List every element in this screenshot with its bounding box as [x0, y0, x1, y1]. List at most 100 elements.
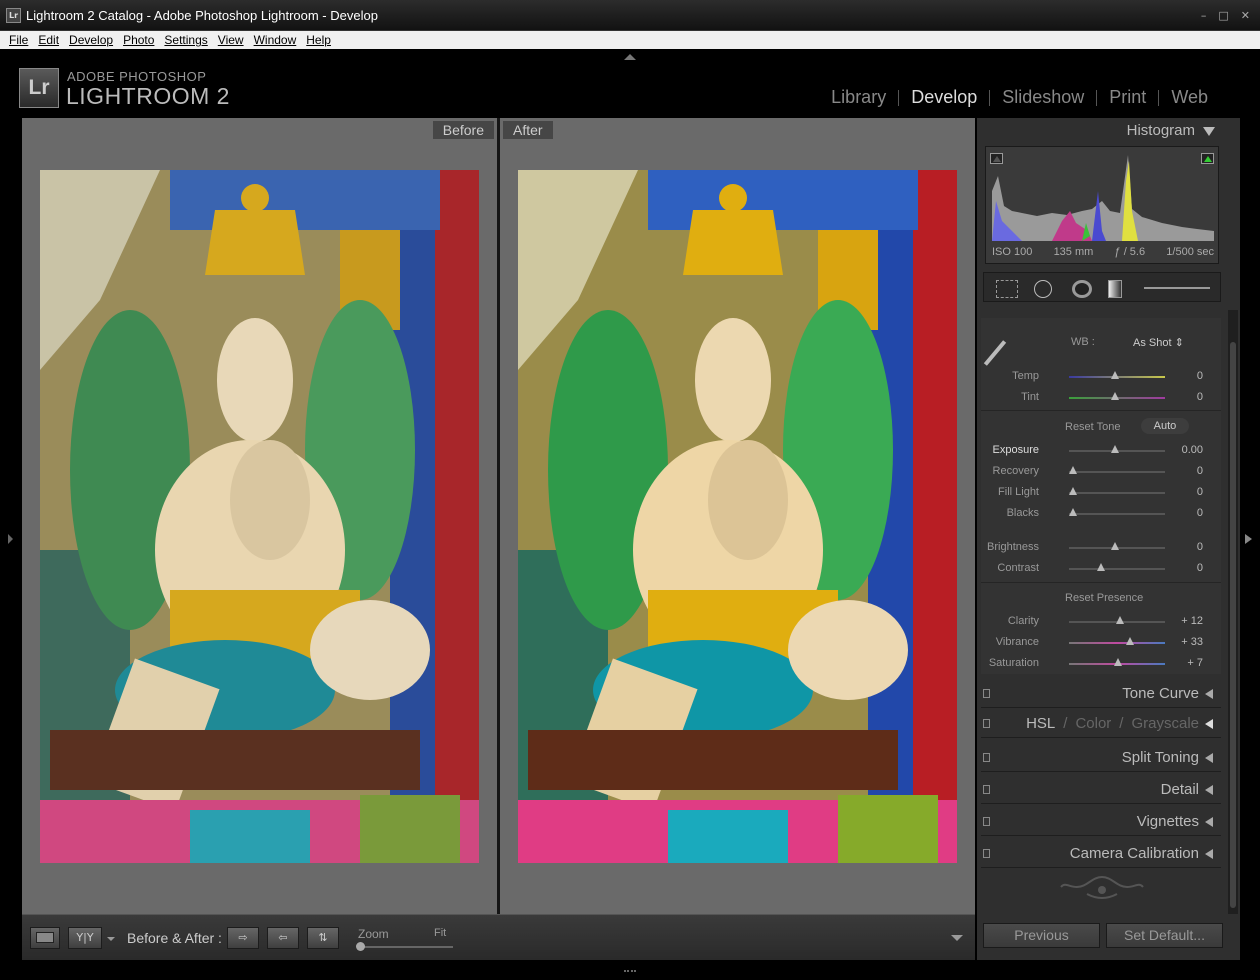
tab-hsl[interactable]: HSL	[1026, 715, 1055, 732]
expand-panel-icon[interactable]	[1205, 689, 1213, 699]
spot-removal-tool-icon[interactable]	[1034, 280, 1052, 298]
contrast-slider[interactable]: Contrast 0	[981, 558, 1221, 578]
temp-slider[interactable]: Temp 0	[981, 366, 1221, 386]
exposure-slider[interactable]: Exposure 0.00	[981, 440, 1221, 460]
panel-toggle-switch[interactable]	[983, 719, 990, 728]
slider-track[interactable]	[1069, 513, 1165, 515]
slider-knob[interactable]	[1069, 487, 1077, 495]
slider-knob[interactable]	[1069, 466, 1077, 474]
toolbar-options-dropdown-icon[interactable]	[951, 935, 963, 941]
view-mode-dropdown-icon[interactable]	[107, 937, 115, 941]
collapse-left-panel-icon[interactable]	[8, 534, 13, 544]
panel-toggle-switch[interactable]	[983, 753, 990, 762]
detail-panel-header[interactable]: Detail	[981, 776, 1221, 804]
slider-value[interactable]: 0	[1197, 562, 1203, 574]
tab-color[interactable]: Color	[1075, 715, 1111, 732]
expand-panel-icon[interactable]	[1205, 753, 1213, 763]
menu-develop[interactable]: Develop	[64, 33, 118, 47]
collapse-histogram-icon[interactable]	[1203, 127, 1215, 136]
slider-value[interactable]: + 7	[1187, 657, 1203, 669]
slider-value[interactable]: 0	[1197, 391, 1203, 403]
menu-view[interactable]: View	[213, 33, 249, 47]
wb-select[interactable]: As Shot ⇕	[1133, 336, 1184, 349]
swap-before-after-button[interactable]: ⇅	[307, 927, 339, 949]
saturation-slider[interactable]: Saturation + 7	[981, 653, 1221, 673]
tint-slider[interactable]: Tint 0	[981, 387, 1221, 407]
close-icon[interactable]: ✕	[1241, 9, 1250, 22]
scrollbar-thumb[interactable]	[1230, 342, 1236, 908]
menu-settings[interactable]: Settings	[159, 33, 212, 47]
zoom-slider-track[interactable]	[358, 946, 453, 948]
right-panel-scrollbar[interactable]	[1228, 310, 1238, 914]
expand-panel-icon[interactable]	[1205, 785, 1213, 795]
slider-knob[interactable]	[1111, 392, 1119, 400]
auto-tone-button[interactable]: Auto	[1141, 418, 1189, 434]
previous-button[interactable]: Previous	[983, 923, 1100, 948]
expand-panel-icon[interactable]	[1205, 849, 1213, 859]
slider-value[interactable]: + 33	[1181, 636, 1203, 648]
collapse-filmstrip-icon[interactable]	[624, 964, 636, 972]
recovery-slider[interactable]: Recovery 0	[981, 461, 1221, 481]
crop-tool-icon[interactable]	[996, 280, 1018, 298]
module-print[interactable]: Print	[1097, 87, 1158, 108]
module-web[interactable]: Web	[1159, 87, 1220, 108]
vibrance-slider[interactable]: Vibrance + 33	[981, 632, 1221, 652]
after-pane[interactable]: After	[500, 118, 975, 914]
slider-knob[interactable]	[1111, 542, 1119, 550]
brightness-slider[interactable]: Brightness 0	[981, 537, 1221, 557]
slider-value[interactable]: 0	[1197, 507, 1203, 519]
expand-panel-icon[interactable]	[1205, 817, 1213, 827]
camera-calibration-panel-header[interactable]: Camera Calibration	[981, 840, 1221, 868]
copy-before-to-after-button[interactable]: ⇨	[227, 927, 259, 949]
before-photo[interactable]	[40, 170, 479, 863]
slider-knob[interactable]	[1126, 637, 1134, 645]
panel-toggle-switch[interactable]	[983, 817, 990, 826]
slider-value[interactable]: + 12	[1181, 615, 1203, 627]
collapse-top-panel-icon[interactable]	[624, 54, 636, 60]
module-slideshow[interactable]: Slideshow	[990, 87, 1096, 108]
slider-knob[interactable]	[1069, 508, 1077, 516]
slider-track[interactable]	[1069, 471, 1165, 473]
menu-file[interactable]: File	[4, 33, 33, 47]
menu-window[interactable]: Window	[249, 33, 302, 47]
red-eye-tool-icon[interactable]	[1072, 280, 1092, 298]
slider-knob[interactable]	[1111, 371, 1119, 379]
module-library[interactable]: Library	[819, 87, 898, 108]
menu-photo[interactable]: Photo	[118, 33, 159, 47]
expand-panel-icon[interactable]	[1205, 719, 1213, 729]
panel-toggle-switch[interactable]	[983, 785, 990, 794]
before-pane[interactable]: Before	[22, 118, 497, 914]
fill-light-slider[interactable]: Fill Light 0	[981, 482, 1221, 502]
reset-tone-button[interactable]: Reset Tone	[1065, 421, 1120, 433]
adjustment-brush-tool-icon[interactable]	[1144, 287, 1210, 289]
vignettes-panel-header[interactable]: Vignettes	[981, 808, 1221, 836]
after-photo[interactable]	[518, 170, 957, 863]
slider-value[interactable]: 0	[1197, 541, 1203, 553]
slider-track[interactable]	[1069, 568, 1165, 570]
module-develop[interactable]: Develop	[899, 87, 989, 108]
tone-curve-panel-header[interactable]: Tone Curve	[981, 680, 1221, 708]
eyedropper-icon[interactable]	[983, 340, 1007, 366]
reset-presence-button[interactable]: Reset Presence	[1065, 592, 1143, 604]
menu-help[interactable]: Help	[301, 33, 336, 47]
slider-knob[interactable]	[1114, 658, 1122, 666]
copy-after-to-before-button[interactable]: ⇦	[267, 927, 299, 949]
panel-toggle-switch[interactable]	[983, 689, 990, 698]
split-toning-panel-header[interactable]: Split Toning	[981, 744, 1221, 772]
histogram-header[interactable]: Histogram	[981, 120, 1225, 142]
menu-edit[interactable]: Edit	[33, 33, 64, 47]
slider-knob[interactable]	[1111, 445, 1119, 453]
slider-value[interactable]: 0.00	[1182, 444, 1203, 456]
slider-value[interactable]: 0	[1197, 370, 1203, 382]
slider-value[interactable]: 0	[1197, 465, 1203, 477]
tab-grayscale[interactable]: Grayscale	[1131, 715, 1199, 732]
slider-knob[interactable]	[1116, 616, 1124, 624]
slider-value[interactable]: 0	[1197, 486, 1203, 498]
hsl-panel-header[interactable]: HSL / Color / Grayscale	[981, 710, 1221, 738]
graduated-filter-tool-icon[interactable]	[1108, 280, 1122, 298]
slider-track[interactable]	[1069, 492, 1165, 494]
collapse-right-panel-icon[interactable]	[1245, 534, 1252, 544]
panel-toggle-switch[interactable]	[983, 849, 990, 858]
app-icon[interactable]: Lr	[6, 8, 21, 23]
zoom-slider-knob[interactable]	[356, 942, 365, 951]
